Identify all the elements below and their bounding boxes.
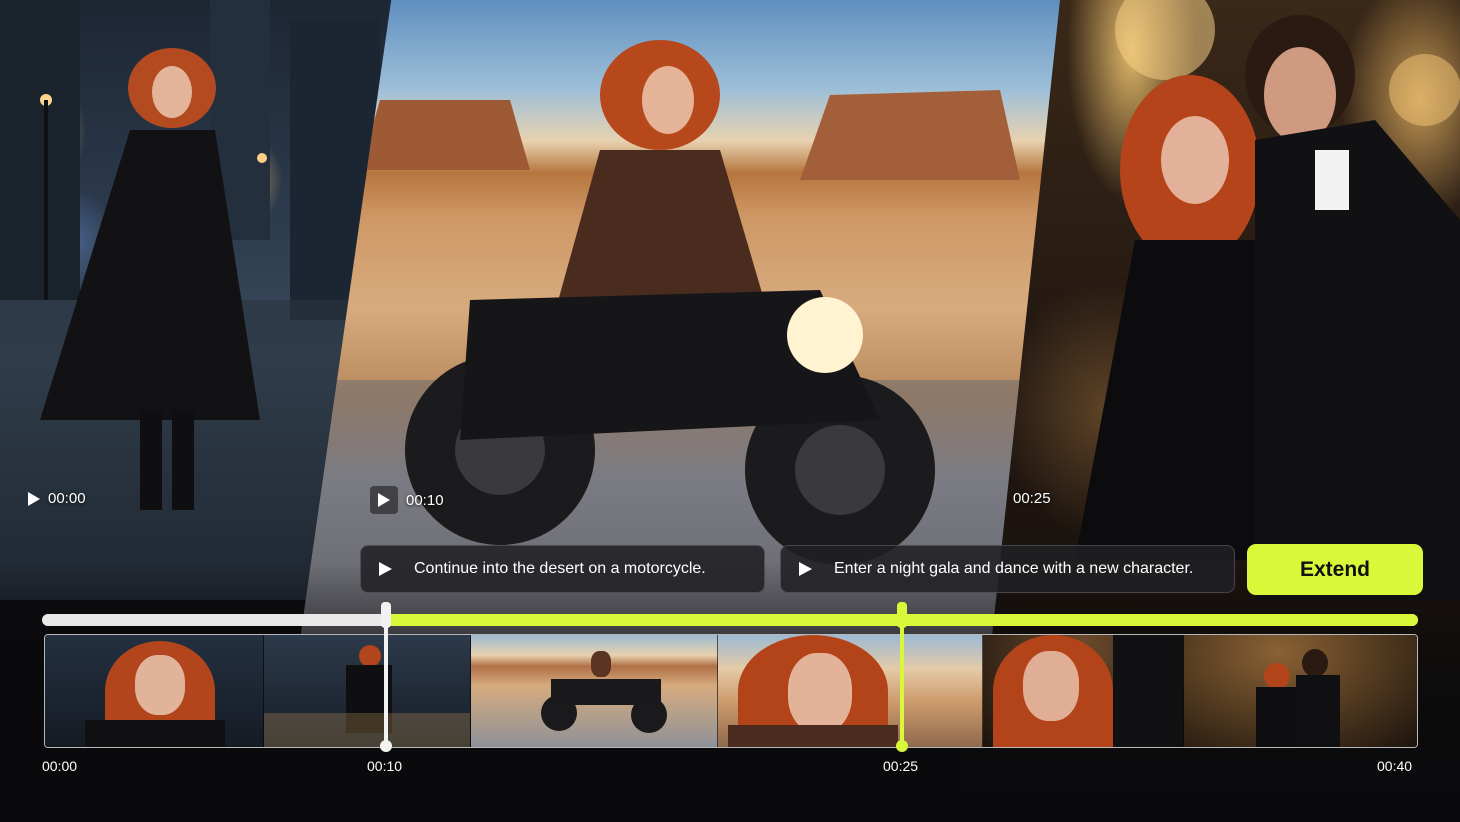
prompt-text: Enter a night gala and dance with a new … <box>834 560 1194 577</box>
play-icon <box>378 493 390 507</box>
timeline-end-label: 00:40 <box>1377 758 1413 774</box>
scene-city-timestamp[interactable]: 00:00 <box>28 490 86 507</box>
desert-scene-art <box>300 40 1060 640</box>
marker-line <box>384 614 388 746</box>
scene-desert-clip[interactable]: 00:10 <box>300 0 1060 640</box>
scene-desert-timestamp[interactable]: 00:10 <box>370 486 444 514</box>
thumbnail[interactable] <box>471 635 718 747</box>
play-icon[interactable] <box>379 562 392 576</box>
prompt-gala[interactable]: Enter a night gala and dance with a new … <box>780 545 1235 593</box>
timestamp-label: 00:10 <box>406 491 444 509</box>
timeline-track[interactable] <box>42 614 1418 626</box>
prompt-desert[interactable]: Continue into the desert on a motorcycle… <box>360 545 765 593</box>
marker-handle[interactable] <box>381 602 391 628</box>
timestamp-label: 00:00 <box>48 490 86 507</box>
timestamp-label: 00:25 <box>1013 490 1051 507</box>
thumbnail[interactable] <box>264 635 471 747</box>
thumbnail[interactable] <box>983 635 1184 747</box>
marker-line <box>900 614 904 746</box>
marker-dot[interactable] <box>380 740 392 752</box>
prompt-text: Continue into the desert on a motorcycle… <box>414 560 706 577</box>
play-icon[interactable] <box>28 491 40 506</box>
thumbnail[interactable] <box>45 635 264 747</box>
thumbnail[interactable] <box>1184 635 1417 747</box>
filmstrip[interactable] <box>44 634 1418 748</box>
timeline-start-label: 00:00 <box>42 758 78 774</box>
marker-dot[interactable] <box>896 740 908 752</box>
timeline-marker-label: 00:25 <box>883 758 919 774</box>
marker-handle[interactable] <box>897 602 907 628</box>
video-editor-canvas: 00:00 00:25 00:10 Continue into the dese… <box>0 0 1460 822</box>
timeline-marker-label: 00:10 <box>367 758 403 774</box>
thumbnail[interactable] <box>718 635 983 747</box>
play-icon[interactable] <box>799 562 812 576</box>
extend-button[interactable]: Extend <box>1247 544 1423 595</box>
play-button[interactable] <box>370 486 398 514</box>
